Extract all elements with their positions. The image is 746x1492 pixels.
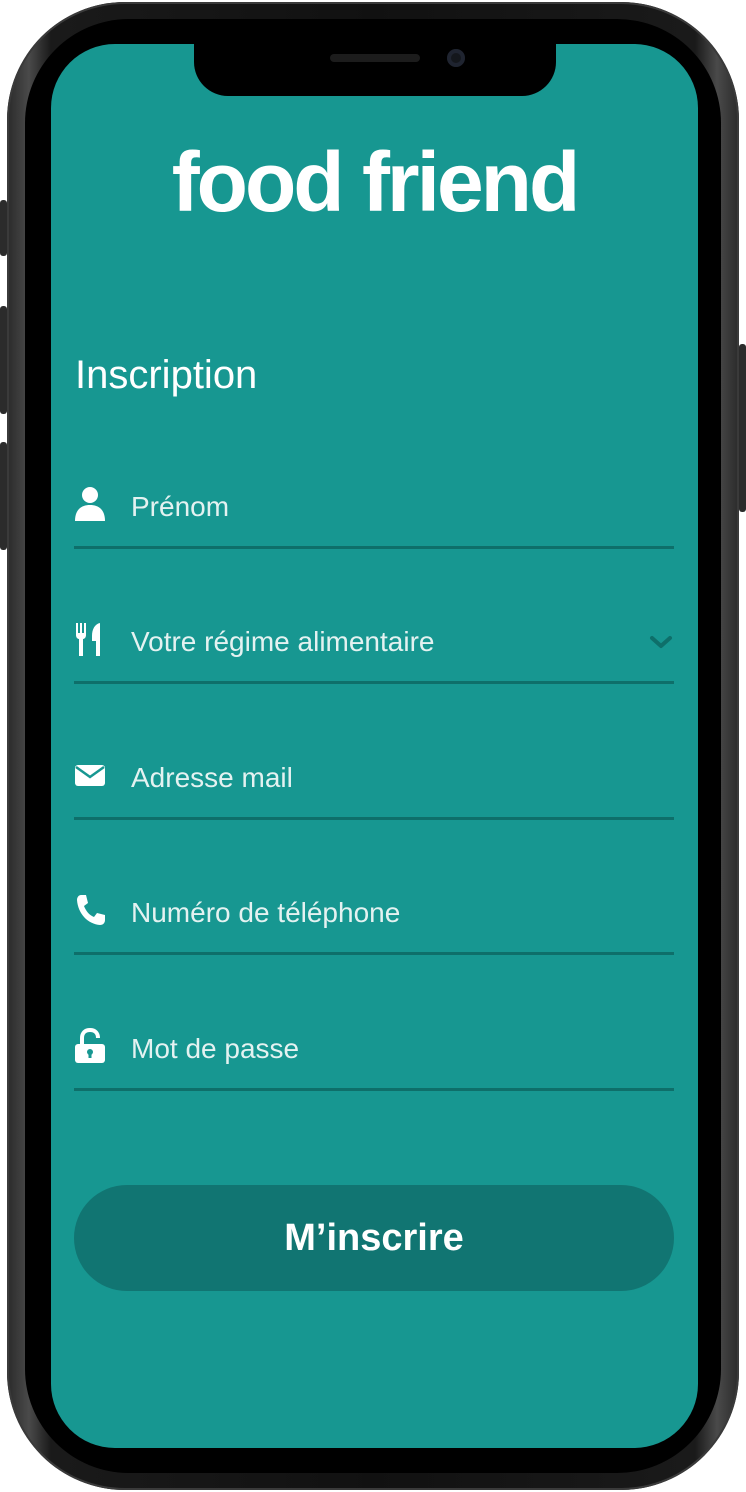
password-placeholder: Mot de passe bbox=[131, 1033, 300, 1064]
envelope-icon bbox=[74, 757, 106, 793]
diet-placeholder: Votre régime alimentaire bbox=[131, 626, 435, 657]
user-icon bbox=[74, 486, 106, 522]
page-title: Inscription bbox=[75, 353, 258, 397]
phone-field[interactable]: Numéro de téléphone bbox=[74, 882, 674, 955]
email-field[interactable]: Adresse mail bbox=[74, 747, 674, 820]
volume-down-button bbox=[0, 442, 7, 550]
speaker-grille bbox=[330, 54, 420, 62]
volume-up-button bbox=[0, 306, 7, 414]
register-button[interactable]: M’inscrire bbox=[74, 1185, 674, 1291]
front-camera bbox=[447, 49, 465, 67]
diet-select[interactable]: Votre régime alimentaire bbox=[74, 611, 674, 684]
power-button bbox=[739, 344, 746, 512]
mute-switch bbox=[0, 200, 7, 256]
utensils-icon bbox=[74, 621, 106, 657]
screen: food friend Inscription Prénom Votre rég… bbox=[51, 44, 698, 1448]
email-placeholder: Adresse mail bbox=[131, 762, 293, 793]
notch bbox=[194, 44, 556, 96]
password-field[interactable]: Mot de passe bbox=[74, 1018, 674, 1091]
unlock-icon bbox=[74, 1028, 106, 1064]
phone-icon bbox=[74, 892, 106, 928]
app-logo: food friend bbox=[171, 135, 581, 229]
phone-placeholder: Numéro de téléphone bbox=[131, 897, 401, 928]
firstname-placeholder: Prénom bbox=[131, 491, 230, 522]
chevron-down-icon[interactable] bbox=[648, 629, 674, 655]
firstname-field[interactable]: Prénom bbox=[74, 476, 674, 549]
